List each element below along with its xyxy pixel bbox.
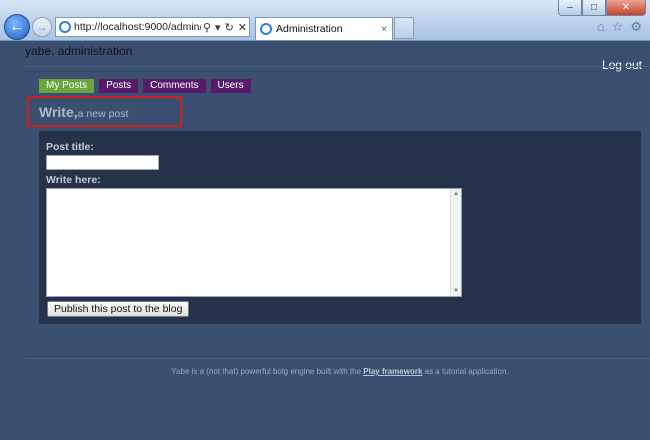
favorites-star-icon[interactable]: ☆ xyxy=(612,19,624,35)
tab-users[interactable]: Users xyxy=(210,79,251,93)
new-tab-button[interactable] xyxy=(394,17,414,39)
close-window-button[interactable]: ✕ xyxy=(606,0,646,16)
post-title-input[interactable] xyxy=(46,155,159,170)
ie-tab-icon xyxy=(260,23,272,35)
minimize-button[interactable]: – xyxy=(558,0,582,16)
admin-tabs: My Posts Posts Comments Users xyxy=(39,79,251,93)
maximize-button[interactable]: □ xyxy=(582,0,606,16)
page-title: Write,a new post xyxy=(39,104,128,122)
home-icon[interactable]: ⌂ xyxy=(597,19,605,35)
body-label: Write here: xyxy=(46,174,101,186)
page-title-main: Write, xyxy=(39,104,78,120)
forward-button[interactable]: → xyxy=(32,17,52,37)
browser-chrome: – □ ✕ ← → http://localhost:9000/admin/n … xyxy=(0,0,650,41)
stop-icon[interactable]: ✕ xyxy=(236,21,249,34)
arrow-left-icon: ← xyxy=(9,18,25,35)
window-controls: – □ ✕ xyxy=(558,0,646,16)
search-icon[interactable]: ⚲ xyxy=(201,21,213,34)
browser-tools: ⌂ ☆ ⚙ xyxy=(597,19,642,35)
logout-link[interactable]: Log out xyxy=(602,58,642,72)
tab-title: Administration xyxy=(276,23,343,35)
address-bar[interactable]: http://localhost:9000/admin/n ⚲ ▾ ↻ ✕ xyxy=(55,17,250,37)
post-title-label: Post title: xyxy=(46,141,94,153)
footer-text-before: Yabe is a (not that) powerful bolg engin… xyxy=(171,367,364,376)
textarea-scrollbar[interactable]: ▲ ▼ xyxy=(450,189,461,296)
publish-button[interactable]: Publish this post to the blog xyxy=(47,301,190,317)
tab-close-icon[interactable]: × xyxy=(381,24,387,35)
refresh-icon[interactable]: ↻ xyxy=(223,21,236,34)
ie-page-icon xyxy=(59,21,71,33)
post-body-textarea[interactable]: ▲ ▼ xyxy=(46,188,462,297)
dropdown-icon[interactable]: ▾ xyxy=(213,21,223,34)
scroll-down-icon[interactable]: ▼ xyxy=(451,286,461,296)
tab-posts[interactable]: Posts xyxy=(99,79,139,93)
footer-text: Yabe is a (not that) powerful bolg engin… xyxy=(0,367,650,376)
tab-comments[interactable]: Comments xyxy=(143,79,206,93)
gear-icon[interactable]: ⚙ xyxy=(630,19,642,35)
site-title: yabe. administration xyxy=(25,44,133,58)
arrow-right-icon: → xyxy=(36,20,48,34)
address-url[interactable]: http://localhost:9000/admin/n xyxy=(74,21,201,33)
scroll-up-icon[interactable]: ▲ xyxy=(451,189,461,199)
browser-tab-administration[interactable]: Administration × xyxy=(255,17,393,40)
play-framework-link[interactable]: Play framework xyxy=(363,367,422,376)
back-button[interactable]: ← xyxy=(4,14,30,40)
tab-my-posts[interactable]: My Posts xyxy=(39,79,95,93)
header-divider xyxy=(25,66,650,67)
footer-text-after: as a tutorial application. xyxy=(422,367,509,376)
footer-divider xyxy=(25,358,650,359)
page-title-sub: a new post xyxy=(77,108,129,120)
